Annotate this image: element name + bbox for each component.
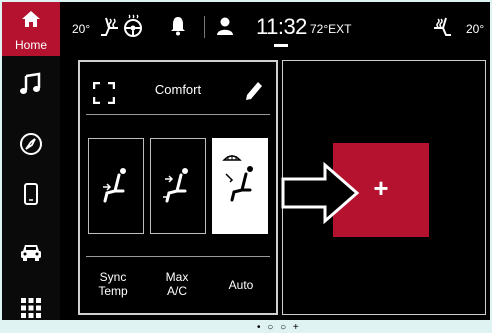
clock[interactable]: 11:32	[256, 14, 307, 40]
car-icon[interactable]	[19, 240, 43, 264]
phone-icon[interactable]	[19, 182, 43, 206]
sidebar-item-home[interactable]: Home	[2, 2, 60, 56]
status-bar: 20° 11:32 72°EXT 20°	[60, 2, 490, 56]
home-label: Home	[14, 38, 47, 52]
max-ac-button[interactable]: Max A/C	[148, 270, 206, 298]
sync-temp-label-line1: Sync	[99, 270, 127, 284]
exterior-temperature: 72°EXT	[310, 22, 352, 36]
apps-grid-icon[interactable]	[19, 296, 43, 320]
auto-button[interactable]: Auto	[212, 278, 270, 292]
empty-widget-slot: +	[281, 60, 486, 315]
notification-bell-icon[interactable]	[170, 16, 186, 36]
user-profile-icon[interactable]	[216, 16, 234, 36]
page-indicator[interactable]: • ○ ○ +	[257, 322, 301, 333]
heated-steering-wheel-icon[interactable]	[122, 14, 144, 38]
seat-face-feet-airflow-icon	[163, 168, 188, 203]
seat-mode-face-feet[interactable]	[150, 138, 206, 234]
drag-arrow-icon	[281, 161, 360, 225]
heated-seat-icon[interactable]	[98, 16, 122, 38]
edit-pencil-icon[interactable]	[244, 80, 264, 102]
sync-temp-button[interactable]: Sync Temp	[84, 270, 142, 298]
max-ac-label-line1: Max	[165, 270, 189, 284]
seat-mode-defrost[interactable]	[212, 138, 268, 234]
divider	[86, 256, 270, 257]
navigation-compass-icon[interactable]	[19, 132, 43, 156]
passenger-heated-seat-icon[interactable]	[432, 16, 454, 38]
sync-temp-label-line2: Temp	[98, 284, 128, 298]
auto-label: Auto	[228, 278, 254, 292]
seat-mode-face[interactable]	[88, 138, 144, 234]
max-ac-label-line2: A/C	[166, 284, 187, 298]
comfort-climate-widget: Comfort Sync Temp Max A/C Auto	[78, 60, 278, 315]
sidebar: Home	[2, 2, 60, 320]
infotainment-screen: Home 20° 11:32 72°EXT 20° Comfort Sync T…	[2, 2, 490, 320]
divider	[86, 114, 270, 115]
status-divider	[204, 16, 205, 38]
music-note-icon[interactable]	[19, 72, 43, 96]
home-icon	[22, 11, 40, 27]
seat-defrost-airflow-icon	[222, 155, 253, 202]
driver-temperature[interactable]: 20°	[72, 22, 90, 36]
seat-face-airflow-icon	[103, 168, 126, 203]
screenshot-frame: Home 20° 11:32 72°EXT 20° Comfort Sync T…	[0, 0, 492, 333]
clock-underline	[274, 44, 288, 47]
passenger-temperature[interactable]: 20°	[466, 22, 484, 36]
